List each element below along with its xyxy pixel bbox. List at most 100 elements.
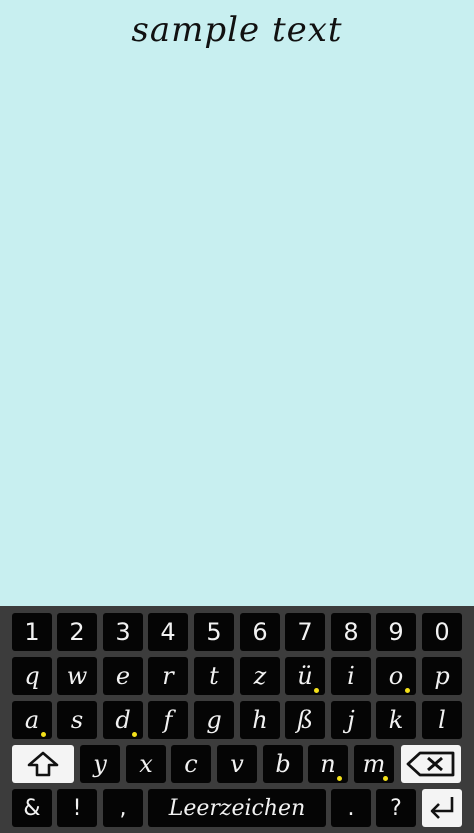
key-,[interactable]: , bbox=[103, 789, 143, 827]
key-label: r bbox=[162, 662, 174, 690]
key-label: ü bbox=[297, 662, 313, 690]
key-label: i bbox=[347, 662, 355, 690]
key-label: h bbox=[252, 706, 268, 734]
key-1[interactable]: 1 bbox=[12, 613, 52, 651]
accent-dot-icon bbox=[41, 732, 46, 737]
key-x[interactable]: x bbox=[126, 745, 166, 783]
key-label: s bbox=[70, 706, 84, 734]
key-label: k bbox=[388, 706, 404, 734]
key-label: 0 bbox=[434, 618, 450, 646]
key-label: n bbox=[320, 750, 336, 778]
key-label: o bbox=[388, 662, 404, 690]
text-area[interactable]: sample text bbox=[0, 0, 474, 606]
key-ü[interactable]: ü bbox=[285, 657, 325, 695]
accent-dot-icon bbox=[383, 776, 388, 781]
key-8[interactable]: 8 bbox=[331, 613, 371, 651]
backspace-icon bbox=[406, 751, 456, 777]
key-ß[interactable]: ß bbox=[285, 701, 325, 739]
key-label: ß bbox=[296, 706, 314, 734]
key-r[interactable]: r bbox=[148, 657, 188, 695]
accent-dot-icon bbox=[314, 688, 319, 693]
sample-text: sample text bbox=[131, 10, 343, 50]
key-label: g bbox=[206, 706, 222, 734]
key-c[interactable]: c bbox=[171, 745, 211, 783]
key-y[interactable]: y bbox=[80, 745, 120, 783]
key-label: Leerzeichen bbox=[168, 795, 306, 821]
key-label: 7 bbox=[297, 618, 313, 646]
accent-dot-icon bbox=[132, 732, 137, 737]
key-6[interactable]: 6 bbox=[240, 613, 280, 651]
key-4[interactable]: 4 bbox=[148, 613, 188, 651]
key-label: 5 bbox=[206, 618, 222, 646]
key-.[interactable]: . bbox=[331, 789, 371, 827]
key-label: 9 bbox=[388, 618, 404, 646]
shift-arrow-icon bbox=[26, 751, 60, 777]
backspace-key[interactable] bbox=[401, 745, 461, 783]
key-d[interactable]: d bbox=[103, 701, 143, 739]
key-label: v bbox=[230, 750, 244, 778]
key-label: b bbox=[275, 750, 291, 778]
key-label: 1 bbox=[24, 618, 40, 646]
key-q[interactable]: q bbox=[12, 657, 52, 695]
key-label: e bbox=[115, 662, 131, 690]
key-![interactable]: ! bbox=[57, 789, 97, 827]
key-2[interactable]: 2 bbox=[57, 613, 97, 651]
enter-return-icon bbox=[427, 794, 457, 822]
key-label: m bbox=[362, 750, 386, 778]
key-label: p bbox=[434, 662, 450, 690]
key-b[interactable]: b bbox=[263, 745, 303, 783]
key-label: c bbox=[184, 750, 198, 778]
key-?[interactable]: ? bbox=[376, 789, 416, 827]
shift-key[interactable] bbox=[12, 745, 74, 783]
key-label: f bbox=[163, 706, 173, 734]
key-l[interactable]: l bbox=[422, 701, 462, 739]
accent-dot-icon bbox=[405, 688, 410, 693]
key-label: y bbox=[93, 750, 107, 778]
key-7[interactable]: 7 bbox=[285, 613, 325, 651]
key-e[interactable]: e bbox=[103, 657, 143, 695]
key-w[interactable]: w bbox=[57, 657, 97, 695]
space-key[interactable]: Leerzeichen bbox=[148, 789, 326, 827]
key-label: j bbox=[347, 706, 355, 734]
key-h[interactable]: h bbox=[240, 701, 280, 739]
key-label: z bbox=[253, 662, 267, 690]
key-label: q bbox=[24, 662, 40, 690]
key-label: 2 bbox=[69, 618, 85, 646]
key-s[interactable]: s bbox=[57, 701, 97, 739]
key-label: t bbox=[209, 662, 219, 690]
key-label: 6 bbox=[252, 618, 268, 646]
key-label: 4 bbox=[160, 618, 176, 646]
key-label: & bbox=[23, 795, 41, 821]
key-p[interactable]: p bbox=[422, 657, 462, 695]
key-label: a bbox=[24, 706, 40, 734]
key-g[interactable]: g bbox=[194, 701, 234, 739]
key-t[interactable]: t bbox=[194, 657, 234, 695]
key-k[interactable]: k bbox=[376, 701, 416, 739]
key-9[interactable]: 9 bbox=[376, 613, 416, 651]
key-label: 8 bbox=[343, 618, 359, 646]
key-f[interactable]: f bbox=[148, 701, 188, 739]
key-v[interactable]: v bbox=[217, 745, 257, 783]
key-3[interactable]: 3 bbox=[103, 613, 143, 651]
accent-dot-icon bbox=[337, 776, 342, 781]
key-label: . bbox=[347, 795, 355, 821]
key-5[interactable]: 5 bbox=[194, 613, 234, 651]
key-label: d bbox=[115, 706, 131, 734]
key-label: ? bbox=[390, 795, 402, 821]
key-z[interactable]: z bbox=[240, 657, 280, 695]
key-n[interactable]: n bbox=[308, 745, 348, 783]
key-i[interactable]: i bbox=[331, 657, 371, 695]
key-m[interactable]: m bbox=[354, 745, 394, 783]
key-label: ! bbox=[72, 795, 82, 821]
key-label: 3 bbox=[115, 618, 131, 646]
key-0[interactable]: 0 bbox=[422, 613, 462, 651]
key-j[interactable]: j bbox=[331, 701, 371, 739]
key-a[interactable]: a bbox=[12, 701, 52, 739]
key-o[interactable]: o bbox=[376, 657, 416, 695]
key-label: , bbox=[119, 795, 127, 821]
key-label: w bbox=[66, 662, 88, 690]
keyboard: 1 2 3 4 5 6 7 8 9 0 q w e r t z ü i o p a s d f g h ß j k l y x c v b n m &!,… bbox=[0, 606, 474, 833]
key-&[interactable]: & bbox=[12, 789, 52, 827]
enter-key[interactable] bbox=[422, 789, 462, 827]
key-label: x bbox=[139, 750, 153, 778]
